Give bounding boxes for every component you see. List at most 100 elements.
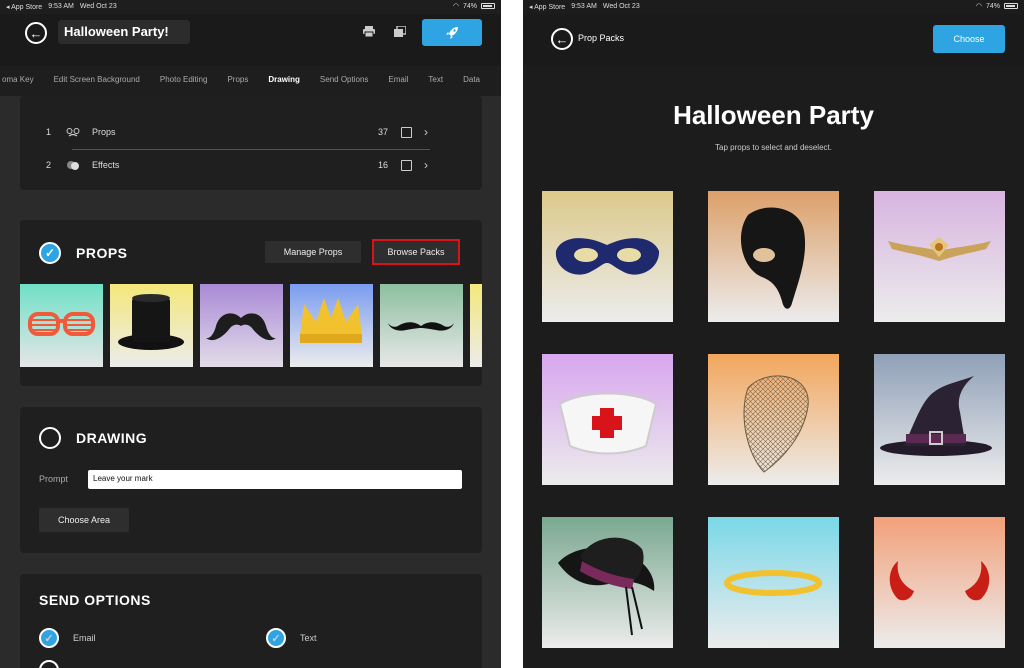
glasses-mustache-icon: [66, 127, 92, 137]
send-email-option[interactable]: ✓ Email: [39, 628, 96, 648]
tab-email[interactable]: Email: [378, 70, 418, 96]
prop-tile-devil-horns[interactable]: [874, 517, 1005, 648]
prompt-label: Prompt: [39, 474, 69, 484]
thin-mustache-icon: [388, 322, 454, 331]
status-battery: 74%: [985, 2, 1000, 10]
app-header: ← Halloween Party!: [0, 14, 501, 66]
status-carrier: ◂ App Store: [529, 4, 566, 11]
prop-thumb-handlebar-mustache[interactable]: [200, 284, 283, 367]
prop-tile-halo[interactable]: [708, 517, 839, 648]
back-arrow-icon: ←: [29, 25, 43, 41]
tab-edit-screen-background[interactable]: Edit Screen Background: [44, 70, 150, 96]
send-text-label: Text: [300, 633, 317, 643]
list-item-count: 37: [377, 127, 388, 137]
status-date: Wed Oct 23: [602, 3, 640, 10]
list-item-effects[interactable]: 2 Effects 16 ›: [46, 150, 456, 180]
status-bar: ◂ App Store 9:53 AM Wed Oct 23 ◠ 74%: [523, 0, 1024, 14]
tab-photo-editing[interactable]: Photo Editing: [150, 70, 218, 96]
top-hat-icon: [118, 294, 184, 350]
list-item-number: 1: [46, 127, 52, 137]
props-section: ✓ PROPS Manage Props Browse Packs: [20, 220, 482, 386]
props-enabled-checkbox[interactable]: ✓: [39, 242, 61, 264]
tab-text[interactable]: Text: [418, 70, 453, 96]
copy-icon[interactable]: [394, 26, 406, 37]
prop-tile-nurse-cap[interactable]: [542, 354, 673, 485]
browse-packs-button[interactable]: Browse Packs: [372, 239, 460, 265]
prop-tile-hairnet[interactable]: [708, 354, 839, 485]
edit-icon[interactable]: [401, 159, 412, 171]
list-item-count: 16: [377, 160, 388, 170]
back-button[interactable]: ←: [551, 28, 573, 50]
shutter-glasses-icon: [28, 312, 95, 336]
prop-thumb-shutter-glasses[interactable]: [20, 284, 103, 367]
status-date: Wed Oct 23: [79, 3, 117, 10]
send-options-section: SEND OPTIONS ✓ Email ✓ Text: [20, 574, 482, 668]
nurse-cap-icon: [558, 392, 658, 455]
event-title-field[interactable]: Halloween Party!: [58, 20, 190, 44]
list-item-label: Effects: [92, 160, 120, 170]
tab-send-options[interactable]: Send Options: [310, 70, 378, 96]
prompt-input[interactable]: Leave your mark: [88, 470, 462, 489]
list-item-props[interactable]: 1 Props 37 ›: [46, 117, 456, 147]
rocket-icon: [446, 26, 458, 39]
crown-icon: [300, 298, 362, 343]
status-carrier: ◂ App Store: [6, 4, 43, 11]
tiara-icon: [888, 237, 991, 261]
prop-thumb-thin-mustache[interactable]: [380, 284, 463, 367]
prop-tile-fedora[interactable]: [542, 517, 673, 648]
left-screen: ◂ App Store 9:53 AM Wed Oct 23 ◠ 74% ← H…: [0, 0, 501, 668]
back-arrow-icon: ←: [555, 31, 569, 47]
chevron-right-icon[interactable]: ›: [424, 125, 428, 139]
prop-thumb-partial[interactable]: [470, 284, 482, 367]
settings-content: 1 Props 37 › 2 Effects 16 › ✓ PROPS Mana…: [0, 96, 501, 668]
prop-tile-witch-hat[interactable]: [874, 354, 1005, 485]
send-text-option[interactable]: ✓ Text: [266, 628, 317, 648]
masquerade-mask-icon: [555, 238, 660, 275]
manage-props-button[interactable]: Manage Props: [265, 241, 361, 263]
battery-icon: [1004, 3, 1018, 9]
send-option-checkbox[interactable]: [39, 660, 59, 668]
right-screen: ◂ App Store 9:53 AM Wed Oct 23 ◠ 74% ← P…: [523, 0, 1024, 668]
settings-tabs: oma Key Edit Screen Background Photo Edi…: [0, 70, 490, 96]
send-options-title: SEND OPTIONS: [39, 592, 151, 608]
prop-thumb-top-hat[interactable]: [110, 284, 193, 367]
pack-subtitle: Tap props to select and deselect.: [715, 143, 832, 152]
status-battery: 74%: [462, 2, 477, 10]
drawing-enabled-checkbox[interactable]: [39, 427, 61, 449]
checkmark-icon: ✓: [39, 628, 59, 648]
hairnet-icon: [743, 375, 809, 473]
tab-props[interactable]: Props: [217, 70, 258, 96]
prop-tile-phantom-mask[interactable]: [708, 191, 839, 322]
prop-tile-masquerade-mask[interactable]: [542, 191, 673, 322]
tab-drawing[interactable]: Drawing: [258, 70, 310, 96]
props-section-title: PROPS: [76, 245, 128, 261]
prop-thumb-gold-crown[interactable]: [290, 284, 373, 367]
drawing-section-title: DRAWING: [76, 430, 148, 446]
choose-button[interactable]: Choose: [933, 25, 1005, 53]
prop-packs-label: Prop Packs: [578, 33, 625, 43]
drawing-section: DRAWING Prompt Leave your mark Choose Ar…: [20, 407, 482, 553]
chevron-right-icon[interactable]: ›: [424, 158, 428, 172]
printer-icon[interactable]: [363, 26, 375, 37]
battery-icon: [481, 3, 495, 9]
prop-tile-tiara[interactable]: [874, 191, 1005, 322]
checkmark-icon: ✓: [44, 246, 56, 260]
pack-title: Halloween Party: [673, 100, 874, 130]
prop-packs-header: ← Prop Packs Choose: [523, 14, 1024, 66]
tab-chroma-key[interactable]: oma Key: [0, 70, 44, 96]
fedora-icon: [558, 537, 655, 636]
mustache-icon: [206, 313, 276, 341]
edit-icon[interactable]: [401, 126, 412, 138]
list-item-number: 2: [46, 160, 52, 170]
list-item-label: Props: [92, 127, 116, 137]
tab-data[interactable]: Data: [453, 70, 490, 96]
status-time: 9:53 AM: [48, 3, 74, 10]
props-effects-list: 1 Props 37 › 2 Effects 16 ›: [20, 96, 482, 190]
launch-button[interactable]: [422, 19, 482, 46]
effects-icon: [66, 159, 92, 171]
choose-area-button[interactable]: Choose Area: [39, 508, 129, 532]
halo-icon: [724, 570, 822, 596]
back-button[interactable]: ←: [25, 22, 47, 44]
props-carousel[interactable]: [20, 284, 482, 367]
send-email-label: Email: [73, 633, 96, 643]
